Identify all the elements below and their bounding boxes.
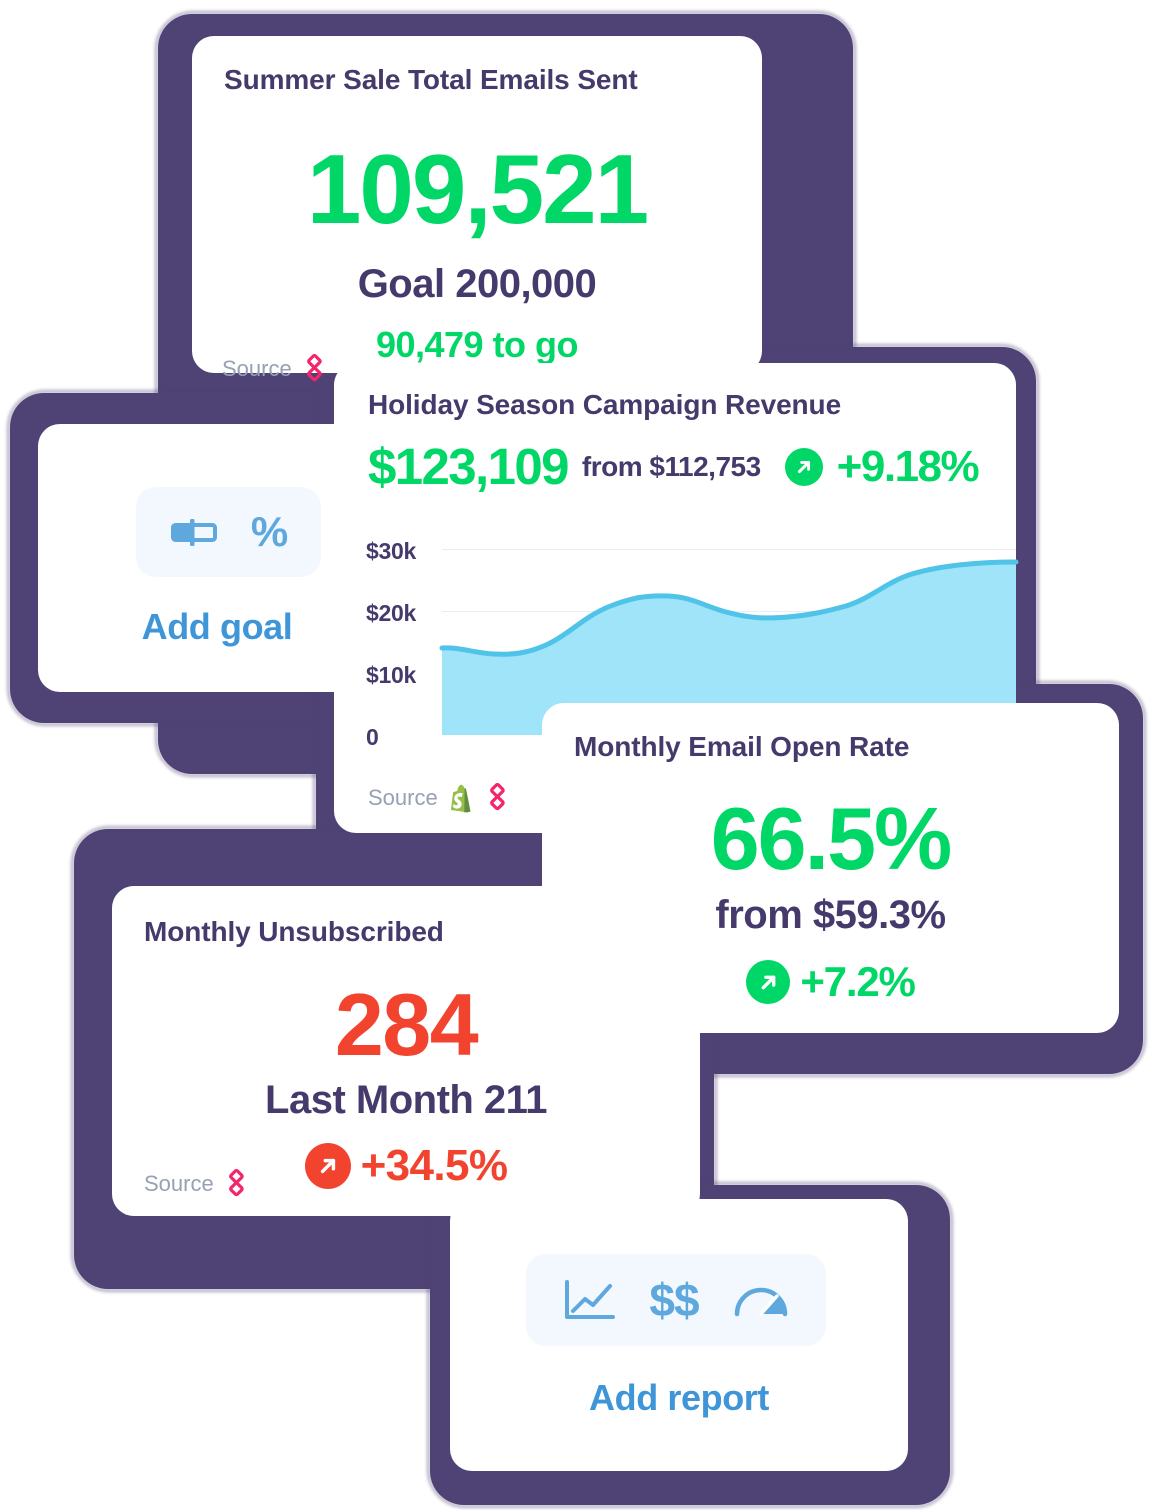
y-tick-30k: $30k bbox=[366, 538, 416, 564]
source-label: Source bbox=[368, 785, 438, 810]
metric-value-open-rate: 66.5% bbox=[710, 789, 953, 888]
dashboard-cards-composition: Summer Sale Total Emails Sent 109,521 Go… bbox=[0, 0, 1154, 1510]
dollar-dollar-icon[interactable]: $$ bbox=[649, 1277, 699, 1323]
shopify-icon[interactable] bbox=[447, 783, 475, 813]
klaviyo-icon[interactable] bbox=[301, 354, 331, 384]
card-add-report[interactable]: $$ Add report bbox=[450, 1199, 908, 1471]
trend-up-badge-campaign-revenue bbox=[784, 447, 823, 486]
card-title-open-rate: Monthly Email Open Rate bbox=[574, 731, 910, 762]
y-tick-10k: $10k bbox=[366, 662, 416, 688]
source-row-emails-sent[interactable]: Source bbox=[222, 354, 331, 384]
metric-delta-campaign-revenue: +9.18% bbox=[836, 441, 980, 491]
percent-icon[interactable]: % bbox=[251, 511, 288, 553]
metric-delta-unsubscribed: +34.5% bbox=[360, 1141, 508, 1190]
metric-value-emails-sent: 109,521 bbox=[306, 134, 649, 244]
source-row-campaign-revenue[interactable]: Source bbox=[368, 783, 514, 813]
metric-row-campaign-revenue: $123,109 from $112,753 +9.18% bbox=[368, 441, 998, 492]
card-unsubscribed[interactable]: Monthly Unsubscribed 284 Last Month 211 … bbox=[112, 886, 700, 1216]
report-type-pill[interactable]: $$ bbox=[526, 1254, 826, 1346]
card-title-unsubscribed: Monthly Unsubscribed bbox=[144, 916, 444, 947]
klaviyo-icon[interactable] bbox=[223, 1169, 253, 1199]
y-tick-0: 0 bbox=[366, 724, 379, 750]
source-label: Source bbox=[222, 356, 292, 381]
line-chart-icon[interactable] bbox=[563, 1279, 616, 1321]
toggle-slider-icon[interactable] bbox=[169, 515, 221, 549]
y-tick-20k: $20k bbox=[366, 600, 416, 626]
trend-up-badge-open-rate bbox=[746, 960, 791, 1004]
metric-delta-open-rate: +7.2% bbox=[800, 958, 915, 1005]
goal-type-pill[interactable]: % bbox=[136, 487, 321, 577]
metric-last-month-unsubscribed: Last Month 211 bbox=[265, 1078, 547, 1122]
metric-from-campaign-revenue: from $112,753 bbox=[581, 450, 761, 482]
metric-goal-emails-sent: Goal 200,000 bbox=[357, 262, 597, 306]
klaviyo-icon[interactable] bbox=[484, 783, 514, 813]
source-label: Source bbox=[144, 1171, 214, 1196]
source-row-unsubscribed[interactable]: Source bbox=[144, 1169, 253, 1199]
metric-value-campaign-revenue: $123,109 bbox=[368, 438, 570, 495]
card-title-emails-sent: Summer Sale Total Emails Sent bbox=[224, 64, 638, 95]
add-report-link[interactable]: Add report bbox=[450, 1377, 908, 1419]
card-title-campaign-revenue: Holiday Season Campaign Revenue bbox=[368, 389, 842, 420]
trend-up-badge-unsubscribed bbox=[304, 1143, 351, 1189]
card-emails-sent[interactable]: Summer Sale Total Emails Sent 109,521 Go… bbox=[192, 36, 762, 382]
metric-value-unsubscribed: 284 bbox=[334, 975, 479, 1074]
gauge-icon[interactable] bbox=[733, 1280, 789, 1320]
